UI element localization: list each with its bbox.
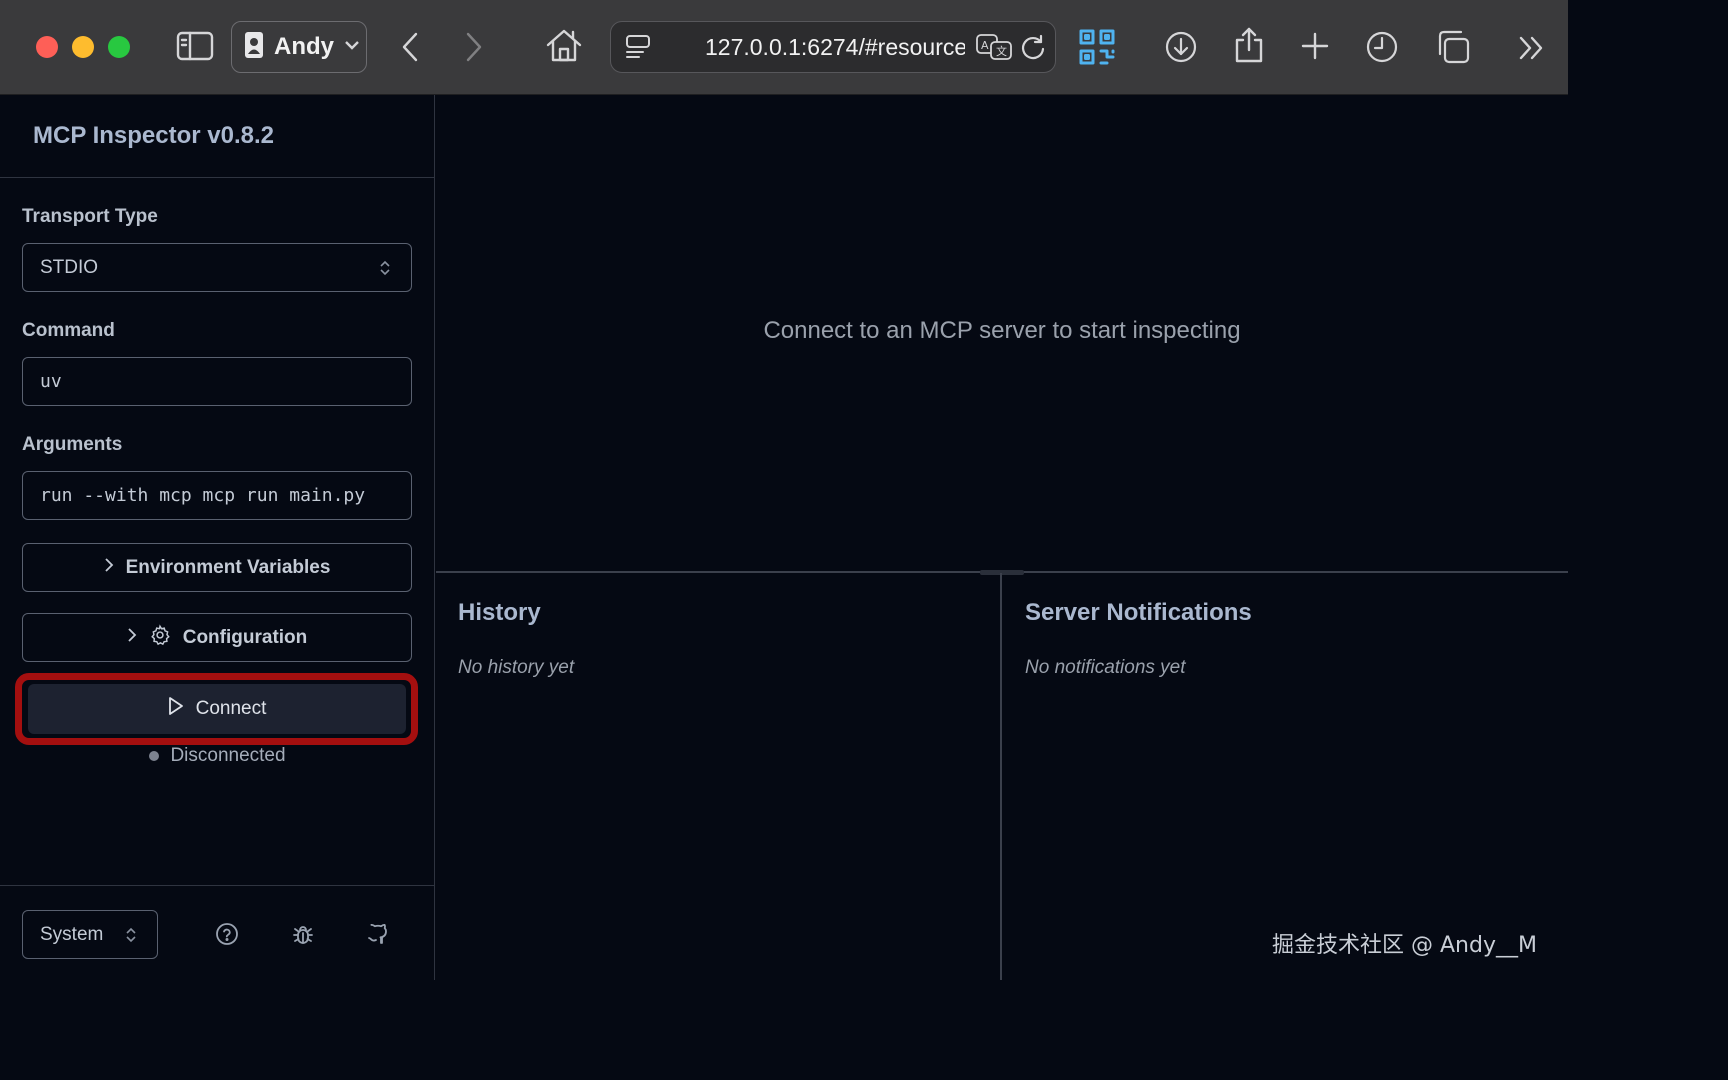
resize-handle[interactable] bbox=[980, 570, 1024, 575]
command-value: uv bbox=[40, 371, 62, 392]
download-icon[interactable] bbox=[1164, 30, 1198, 64]
svg-text:A: A bbox=[981, 39, 989, 52]
theme-value: System bbox=[40, 923, 104, 945]
gear-icon bbox=[149, 623, 171, 652]
sidebar-header: MCP Inspector v0.8.2 bbox=[0, 95, 434, 178]
github-icon[interactable] bbox=[367, 922, 391, 951]
chevron-right-icon bbox=[127, 627, 137, 649]
history-icon[interactable] bbox=[1365, 30, 1399, 64]
tab-overview-icon[interactable] bbox=[1435, 29, 1471, 65]
command-label: Command bbox=[22, 320, 115, 341]
reload-icon[interactable] bbox=[1019, 33, 1047, 61]
connection-status: Disconnected bbox=[0, 745, 435, 767]
sidebar: MCP Inspector v0.8.2 Transport Type STDI… bbox=[0, 95, 435, 980]
back-icon[interactable] bbox=[398, 30, 422, 64]
empty-state-message: Connect to an MCP server to start inspec… bbox=[763, 317, 1241, 344]
notifications-empty: No notifications yet bbox=[1025, 657, 1186, 678]
more-icon[interactable] bbox=[1517, 34, 1547, 62]
watermark: 掘金技术社区 @ Andy__M bbox=[1272, 933, 1537, 958]
qr-code-icon[interactable] bbox=[1078, 28, 1116, 66]
profile-name: Andy bbox=[274, 33, 334, 60]
svg-text:文: 文 bbox=[996, 44, 1007, 58]
page-menu-icon[interactable] bbox=[625, 34, 651, 60]
new-tab-icon[interactable] bbox=[1300, 31, 1330, 61]
transport-type-value: STDIO bbox=[40, 256, 99, 278]
zoom-window-button[interactable] bbox=[108, 36, 130, 58]
arguments-input[interactable]: run --with mcp mcp run main.py bbox=[22, 471, 412, 520]
profile-icon bbox=[244, 31, 264, 64]
url-text[interactable]: 127.0.0.1:6274/#resources bbox=[705, 34, 965, 61]
server-notifications-title: Server Notifications bbox=[1025, 599, 1252, 626]
status-dot bbox=[149, 751, 160, 761]
forward-icon[interactable] bbox=[462, 30, 486, 64]
history-title: History bbox=[458, 599, 541, 626]
sidebar-footer: System bbox=[0, 885, 435, 980]
address-bar[interactable]: 127.0.0.1:6274/#resources A文 bbox=[610, 21, 1056, 73]
arguments-value: run --with mcp mcp run main.py bbox=[40, 485, 366, 506]
app-title: MCP Inspector v0.8.2 bbox=[33, 122, 274, 149]
bug-icon[interactable] bbox=[291, 922, 315, 951]
share-icon[interactable] bbox=[1233, 26, 1265, 64]
configuration-button[interactable]: Configuration bbox=[22, 613, 412, 662]
chevron-down-icon bbox=[344, 38, 360, 56]
history-empty: No history yet bbox=[458, 657, 575, 678]
arguments-label: Arguments bbox=[22, 434, 123, 455]
chevron-updown-icon bbox=[379, 259, 391, 283]
theme-select[interactable]: System bbox=[22, 910, 158, 959]
minimize-window-button[interactable] bbox=[72, 36, 94, 58]
chevron-updown-icon bbox=[125, 926, 137, 950]
connect-button[interactable]: Connect bbox=[28, 684, 406, 734]
close-window-button[interactable] bbox=[36, 36, 58, 58]
main-panel: Connect to an MCP server to start inspec… bbox=[436, 95, 1568, 980]
play-icon bbox=[168, 696, 184, 722]
vertical-divider bbox=[1000, 573, 1002, 980]
chevron-right-icon bbox=[104, 557, 114, 579]
translate-icon[interactable]: A文 bbox=[975, 33, 1013, 61]
configuration-label: Configuration bbox=[182, 626, 308, 648]
browser-toolbar: Andy 127.0.0.1:6274/#resources A文 bbox=[0, 0, 1568, 95]
connection-status-text: Disconnected bbox=[170, 745, 286, 766]
profile-switcher[interactable]: Andy bbox=[231, 21, 367, 73]
environment-variables-button[interactable]: Environment Variables bbox=[22, 543, 412, 592]
transport-type-label: Transport Type bbox=[22, 206, 158, 227]
environment-variables-label: Environment Variables bbox=[125, 556, 331, 578]
home-icon[interactable] bbox=[545, 27, 583, 63]
command-input[interactable]: uv bbox=[22, 357, 412, 406]
sidebar-toggle-icon[interactable] bbox=[176, 30, 214, 62]
transport-type-select[interactable]: STDIO bbox=[22, 243, 412, 292]
connect-label: Connect bbox=[195, 698, 267, 719]
help-icon[interactable] bbox=[215, 922, 239, 951]
